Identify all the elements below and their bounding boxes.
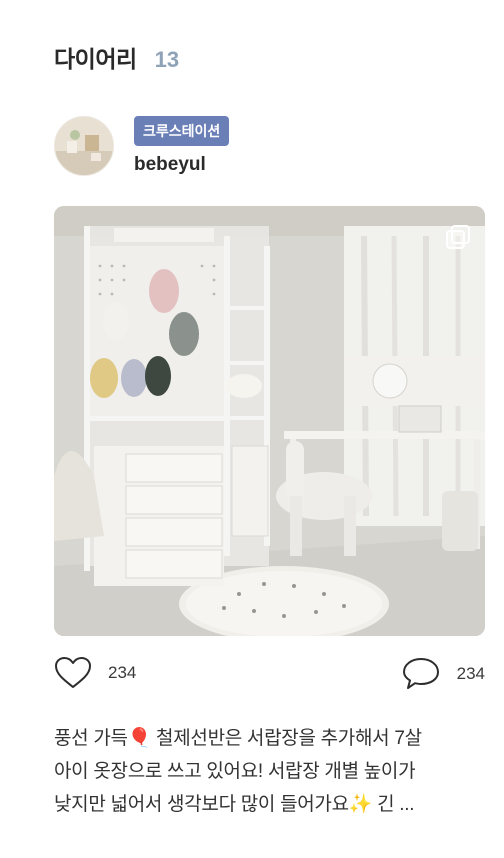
author-meta: 크루스테이션 bebeyul (134, 116, 230, 176)
author-row[interactable]: 크루스테이션 bebeyul (54, 116, 230, 176)
heart-icon (55, 657, 91, 688)
caption-line: 낮지만 넓어서 생각보다 많이 들어가요✨ 긴 ... (54, 794, 415, 815)
speech-bubble-icon (402, 658, 439, 689)
page-title: 다이어리 (54, 46, 137, 72)
crew-badge: 크루스테이션 (134, 116, 230, 146)
post-image[interactable] (54, 206, 485, 636)
room-photo (54, 206, 485, 636)
like-button[interactable]: 234 (54, 656, 136, 690)
post-count: 13 (154, 47, 180, 72)
username[interactable]: bebeyul (134, 154, 229, 176)
caption-line: 풍선 가득🎈 철제선반은 서랍장을 추가해서 7살 (54, 728, 422, 749)
avatar[interactable] (54, 116, 114, 176)
post-caption[interactable]: 풍선 가득🎈 철제선반은 서랍장을 추가해서 7살 아이 옷장으로 쓰고 있어요… (54, 722, 486, 821)
comment-button[interactable]: 234 (401, 656, 485, 692)
feed-header: 다이어리 13 (54, 40, 179, 74)
post-actions: 234 234 (54, 656, 485, 696)
caption-line: 아이 옷장으로 쓰고 있어요! 서랍장 개별 높이가 (54, 761, 416, 782)
multi-image-icon (446, 225, 470, 249)
comment-count: 234 (456, 664, 485, 683)
like-count: 234 (108, 663, 137, 682)
avatar-image (55, 117, 113, 175)
